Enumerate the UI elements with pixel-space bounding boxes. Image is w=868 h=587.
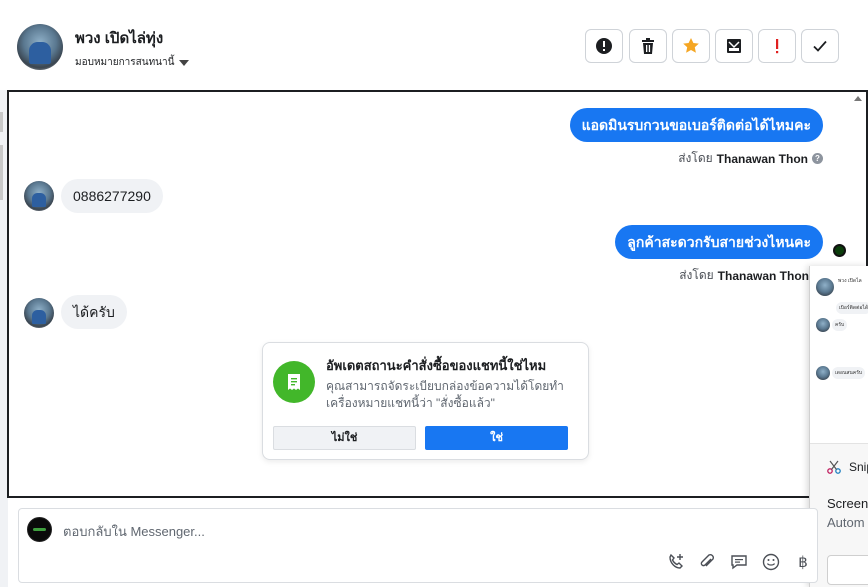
message-incoming[interactable]: 0886277290 [61,179,163,213]
archive-mail-icon [727,39,741,53]
edge-mark [0,145,3,200]
thumb-avatar [816,366,830,380]
page-avatar [27,517,52,542]
sent-by-name: Thanawan Thon [717,268,809,283]
spam-icon [776,39,779,54]
conversation-header: พวง เปิดไล่ทุ่ง มอบหมายการสนทนานี้ [0,0,868,90]
snip-app-label: Snip [827,460,868,474]
prompt-yes-button[interactable]: ใช่ [425,426,568,450]
reply-composer: ฿ [18,508,818,583]
spam-button[interactable] [758,29,796,63]
notification-title: Screen [827,496,868,511]
screenshot-thumbnail[interactable]: พวง เปิดไล เบิอร์ติดต่อได้ ครับ เดอนสนคร… [810,266,868,444]
scissors-icon [827,460,841,474]
snip-label: Snip [849,460,868,474]
thumb-message: ครับ [832,319,848,331]
check-icon [813,40,827,52]
delete-button[interactable] [629,29,667,63]
message-incoming[interactable]: ได้ครับ [61,295,127,329]
prompt-no-button[interactable]: ไม่ใช่ [273,426,416,450]
contact-avatar-small [24,298,54,328]
edge-mark [0,112,3,132]
scroll-up-arrow[interactable] [854,96,862,101]
help-icon[interactable]: ? [812,153,823,164]
reply-input[interactable] [63,521,663,541]
prompt-title: อัพเดตสถานะคำสั่งซื้อของแชทนี้ใช่ไหม [326,358,547,373]
attachment-icon[interactable] [696,551,718,573]
archive-button[interactable] [715,29,753,63]
message-outgoing[interactable]: ลูกค้าสะดวกรับสายช่วงไหนคะ [615,225,823,259]
trash-icon [642,38,654,54]
seen-indicator-avatar [833,244,846,257]
message-thread[interactable]: แอดมินรบกวนขอเบอร์ติดต่อได้ไหมคะ ส่งโดย … [7,90,868,498]
mark-unread-button[interactable] [585,29,623,63]
prompt-body: คุณสามารถจัดระเบียบกล่องข้อความได้โดยทำเ… [326,379,564,410]
thumb-avatar [816,278,834,296]
sent-by-prefix: ส่งโดย [678,151,713,165]
receipt-icon [273,361,315,403]
assign-label: มอบหมายการสนทนานี้ [75,57,175,68]
sent-by-label: ส่งโดย Thanawan Thon [679,266,809,285]
contact-avatar-small [24,181,54,211]
caret-down-icon [179,59,190,66]
emoji-icon[interactable] [760,551,782,573]
thumb-avatar [816,318,830,332]
phone-add-icon[interactable] [665,551,687,573]
star-icon [683,38,699,53]
baht-icon[interactable]: ฿ [792,551,814,573]
exclamation-icon [596,38,612,54]
message-outgoing[interactable]: แอดมินรบกวนขอเบอร์ติดต่อได้ไหมคะ [569,108,823,142]
notification-body: Snip Screen Autom [810,444,868,587]
thumb-name: พวง เปิดไล [838,278,862,284]
assign-conversation-dropdown[interactable]: มอบหมายการสนทนานี้ [75,55,190,70]
saved-reply-icon[interactable] [728,551,750,573]
sent-by-prefix: ส่งโดย [679,268,714,282]
order-status-prompt: อัพเดตสถานะคำสั่งซื้อของแชทนี้ใช่ไหม คุณ… [262,342,589,460]
sent-by-name: Thanawan Thon [716,151,808,166]
thumb-message: เบิอร์ติดต่อได้ [836,302,868,314]
contact-name[interactable]: พวง เปิดไล่ทุ่ง [75,26,163,50]
notification-subtitle: Autom [827,515,865,530]
sent-by-label: ส่งโดย Thanawan Thon ? [678,149,823,168]
contact-avatar[interactable] [17,24,63,70]
thumb-message: เดอนสนครับ [832,367,866,379]
star-button[interactable] [672,29,710,63]
done-button[interactable] [801,29,839,63]
notification-action-button[interactable] [827,555,868,585]
